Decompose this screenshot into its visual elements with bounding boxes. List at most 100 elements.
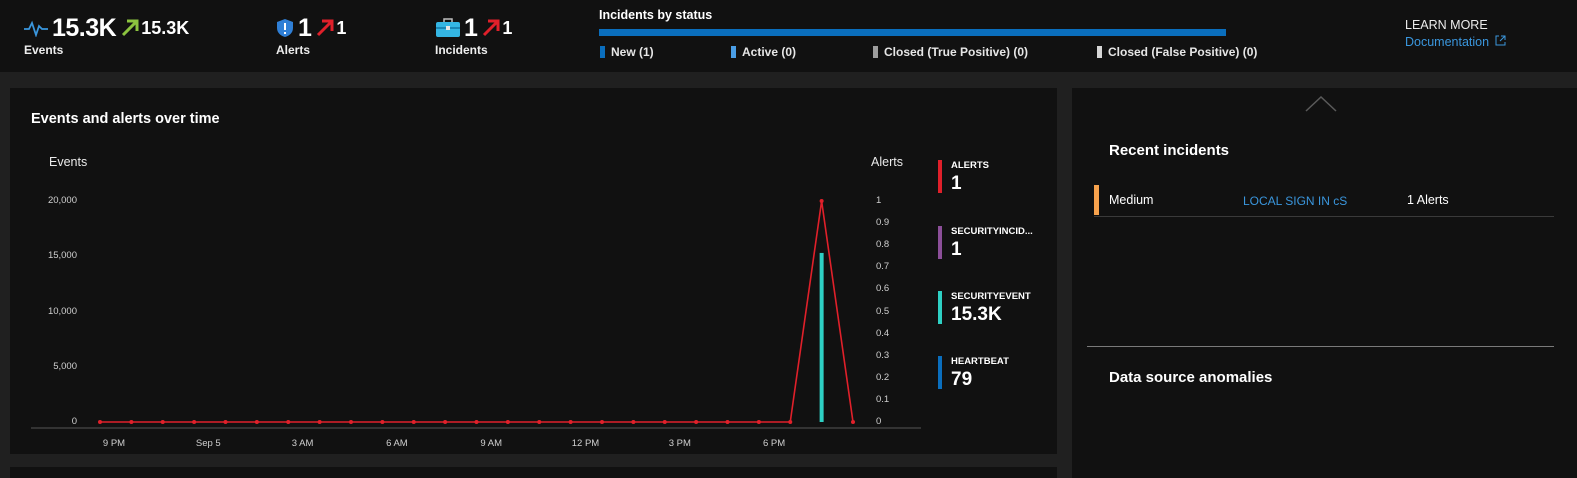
legend-swatch xyxy=(938,226,942,259)
status-legend-closed-true[interactable]: Closed (True Positive) (0) xyxy=(873,45,1028,59)
incidents-metric[interactable]: 1 1 Incidents xyxy=(435,13,513,58)
incidents-delta: 1 xyxy=(502,17,513,38)
incident-alert-count: 1 Alerts xyxy=(1407,193,1449,207)
lower-panel xyxy=(10,467,1057,478)
status-label: New (1) xyxy=(611,45,654,59)
alerts-metric[interactable]: 1 1 Alerts xyxy=(276,14,347,58)
legend-value: 1 xyxy=(951,239,962,260)
external-link-icon xyxy=(1495,35,1506,49)
briefcase-icon xyxy=(435,18,461,38)
incidents-by-status-title: Incidents by status xyxy=(599,8,713,22)
status-legend-new[interactable]: New (1) xyxy=(600,45,654,59)
legend-value: 15.3K xyxy=(951,304,1002,325)
status-swatch xyxy=(873,46,878,58)
legend-name: SECURITYINCID... xyxy=(951,226,1033,237)
status-label: Closed (True Positive) (0) xyxy=(884,45,1029,59)
alerts-point xyxy=(443,420,448,424)
left-axis-tick: 5,000 xyxy=(53,360,77,372)
chart-marks xyxy=(98,199,855,424)
left-axis-tick: 0 xyxy=(71,416,77,427)
data-source-anomalies-title: Data source anomalies xyxy=(1109,369,1273,386)
incidents-value: 1 xyxy=(464,13,478,42)
right-axis-tick: 0.9 xyxy=(876,217,890,229)
right-axis-tick: 0.5 xyxy=(876,305,890,317)
alerts-line xyxy=(100,200,854,423)
x-axis-tick: 9 AM xyxy=(480,438,503,449)
legend-name: HEARTBEAT xyxy=(951,356,1009,367)
x-axis-tick: 6 PM xyxy=(763,438,786,449)
alerts-point xyxy=(317,420,322,424)
chevron-up-icon[interactable] xyxy=(1305,95,1337,117)
alerts-point xyxy=(192,420,197,424)
events-label: Events xyxy=(24,43,64,57)
x-axis-tick: 3 PM xyxy=(668,438,691,449)
documentation-link-label: Documentation xyxy=(1405,35,1490,49)
events-alerts-chart[interactable] xyxy=(10,88,1057,454)
shield-alert-icon xyxy=(276,18,294,38)
left-axis-tick: 15,000 xyxy=(47,250,77,262)
alerts-point xyxy=(286,420,291,424)
right-axis-tick: 0.1 xyxy=(876,393,890,405)
incident-name-link[interactable]: LOCAL SIGN IN cS xyxy=(1243,194,1347,208)
alerts-point xyxy=(411,420,416,424)
status-distribution-bar[interactable] xyxy=(599,29,1226,36)
left-axis-tick: 10,000 xyxy=(47,305,77,317)
alerts-point xyxy=(694,420,699,424)
right-axis-tick: 0.7 xyxy=(876,261,890,273)
x-axis-tick: 9 PM xyxy=(102,438,126,449)
legend-swatch xyxy=(938,356,942,389)
x-axis-tick: 12 PM xyxy=(571,438,600,449)
legend-name: SECURITYEVENT xyxy=(951,291,1031,302)
recent-incidents-title: Recent incidents xyxy=(1109,142,1230,159)
alerts-point xyxy=(788,420,793,424)
alerts-point xyxy=(223,420,228,424)
alerts-point xyxy=(474,420,479,424)
right-axis-tick: 0.8 xyxy=(876,239,890,251)
activity-pulse-icon xyxy=(24,19,48,37)
events-delta: 15.3K xyxy=(141,17,190,38)
alerts-point xyxy=(568,420,573,424)
alerts-point xyxy=(851,420,855,424)
legend-value: 1 xyxy=(951,173,962,194)
incident-severity: Medium xyxy=(1109,193,1154,207)
documentation-link[interactable]: Documentation xyxy=(1405,35,1506,49)
summary-bar: 15.3K 15.3K Events 1 1 Alerts 1 1 Incide… xyxy=(0,0,1577,72)
alerts-point xyxy=(98,420,102,424)
alerts-point xyxy=(819,199,824,203)
alerts-point xyxy=(662,420,667,424)
legend-value: 79 xyxy=(951,369,973,390)
trend-up-green-icon xyxy=(121,19,139,37)
status-swatch xyxy=(1097,46,1102,58)
status-legend-closed-false[interactable]: Closed (False Positive) (0) xyxy=(1097,45,1257,59)
incidents-side-panel: Recent incidents Medium LOCAL SIGN IN cS… xyxy=(1072,88,1577,478)
incident-row[interactable]: Medium LOCAL SIGN IN cS 1 Alerts xyxy=(1094,185,1554,217)
right-axis-tick: 0.6 xyxy=(876,283,890,295)
alerts-point xyxy=(129,420,134,424)
legend-swatch xyxy=(938,291,942,324)
status-label: Closed (False Positive) (0) xyxy=(1108,45,1258,59)
right-axis-tick: 0.3 xyxy=(876,349,890,361)
trend-up-red-icon xyxy=(316,19,334,37)
alerts-point xyxy=(537,420,542,424)
right-axis-tick: 0 xyxy=(876,416,882,427)
incidents-by-status[interactable]: Incidents by status New (1) Active (0) C… xyxy=(599,8,1259,59)
severity-indicator xyxy=(1094,185,1099,215)
alerts-point xyxy=(349,420,353,424)
alerts-point xyxy=(380,420,385,424)
alerts-point xyxy=(254,420,259,424)
x-axis-tick: 3 AM xyxy=(291,438,314,449)
alerts-point xyxy=(505,420,510,424)
status-swatch xyxy=(731,46,736,58)
trend-up-red-icon xyxy=(482,19,500,37)
right-axis-tick: 1 xyxy=(876,195,882,206)
learn-more-title: LEARN MORE xyxy=(1405,18,1488,32)
x-axis-tick: 6 AM xyxy=(386,438,408,449)
securityevent-bar xyxy=(819,252,824,422)
events-metric[interactable]: 15.3K 15.3K Events xyxy=(24,14,189,57)
status-legend-active[interactable]: Active (0) xyxy=(731,45,796,59)
alerts-label: Alerts xyxy=(276,43,311,57)
right-axis-tick: 0.2 xyxy=(876,371,890,383)
alerts-delta: 1 xyxy=(336,17,347,38)
events-value: 15.3K xyxy=(52,13,117,42)
right-axis-tick: 0.4 xyxy=(876,327,890,339)
